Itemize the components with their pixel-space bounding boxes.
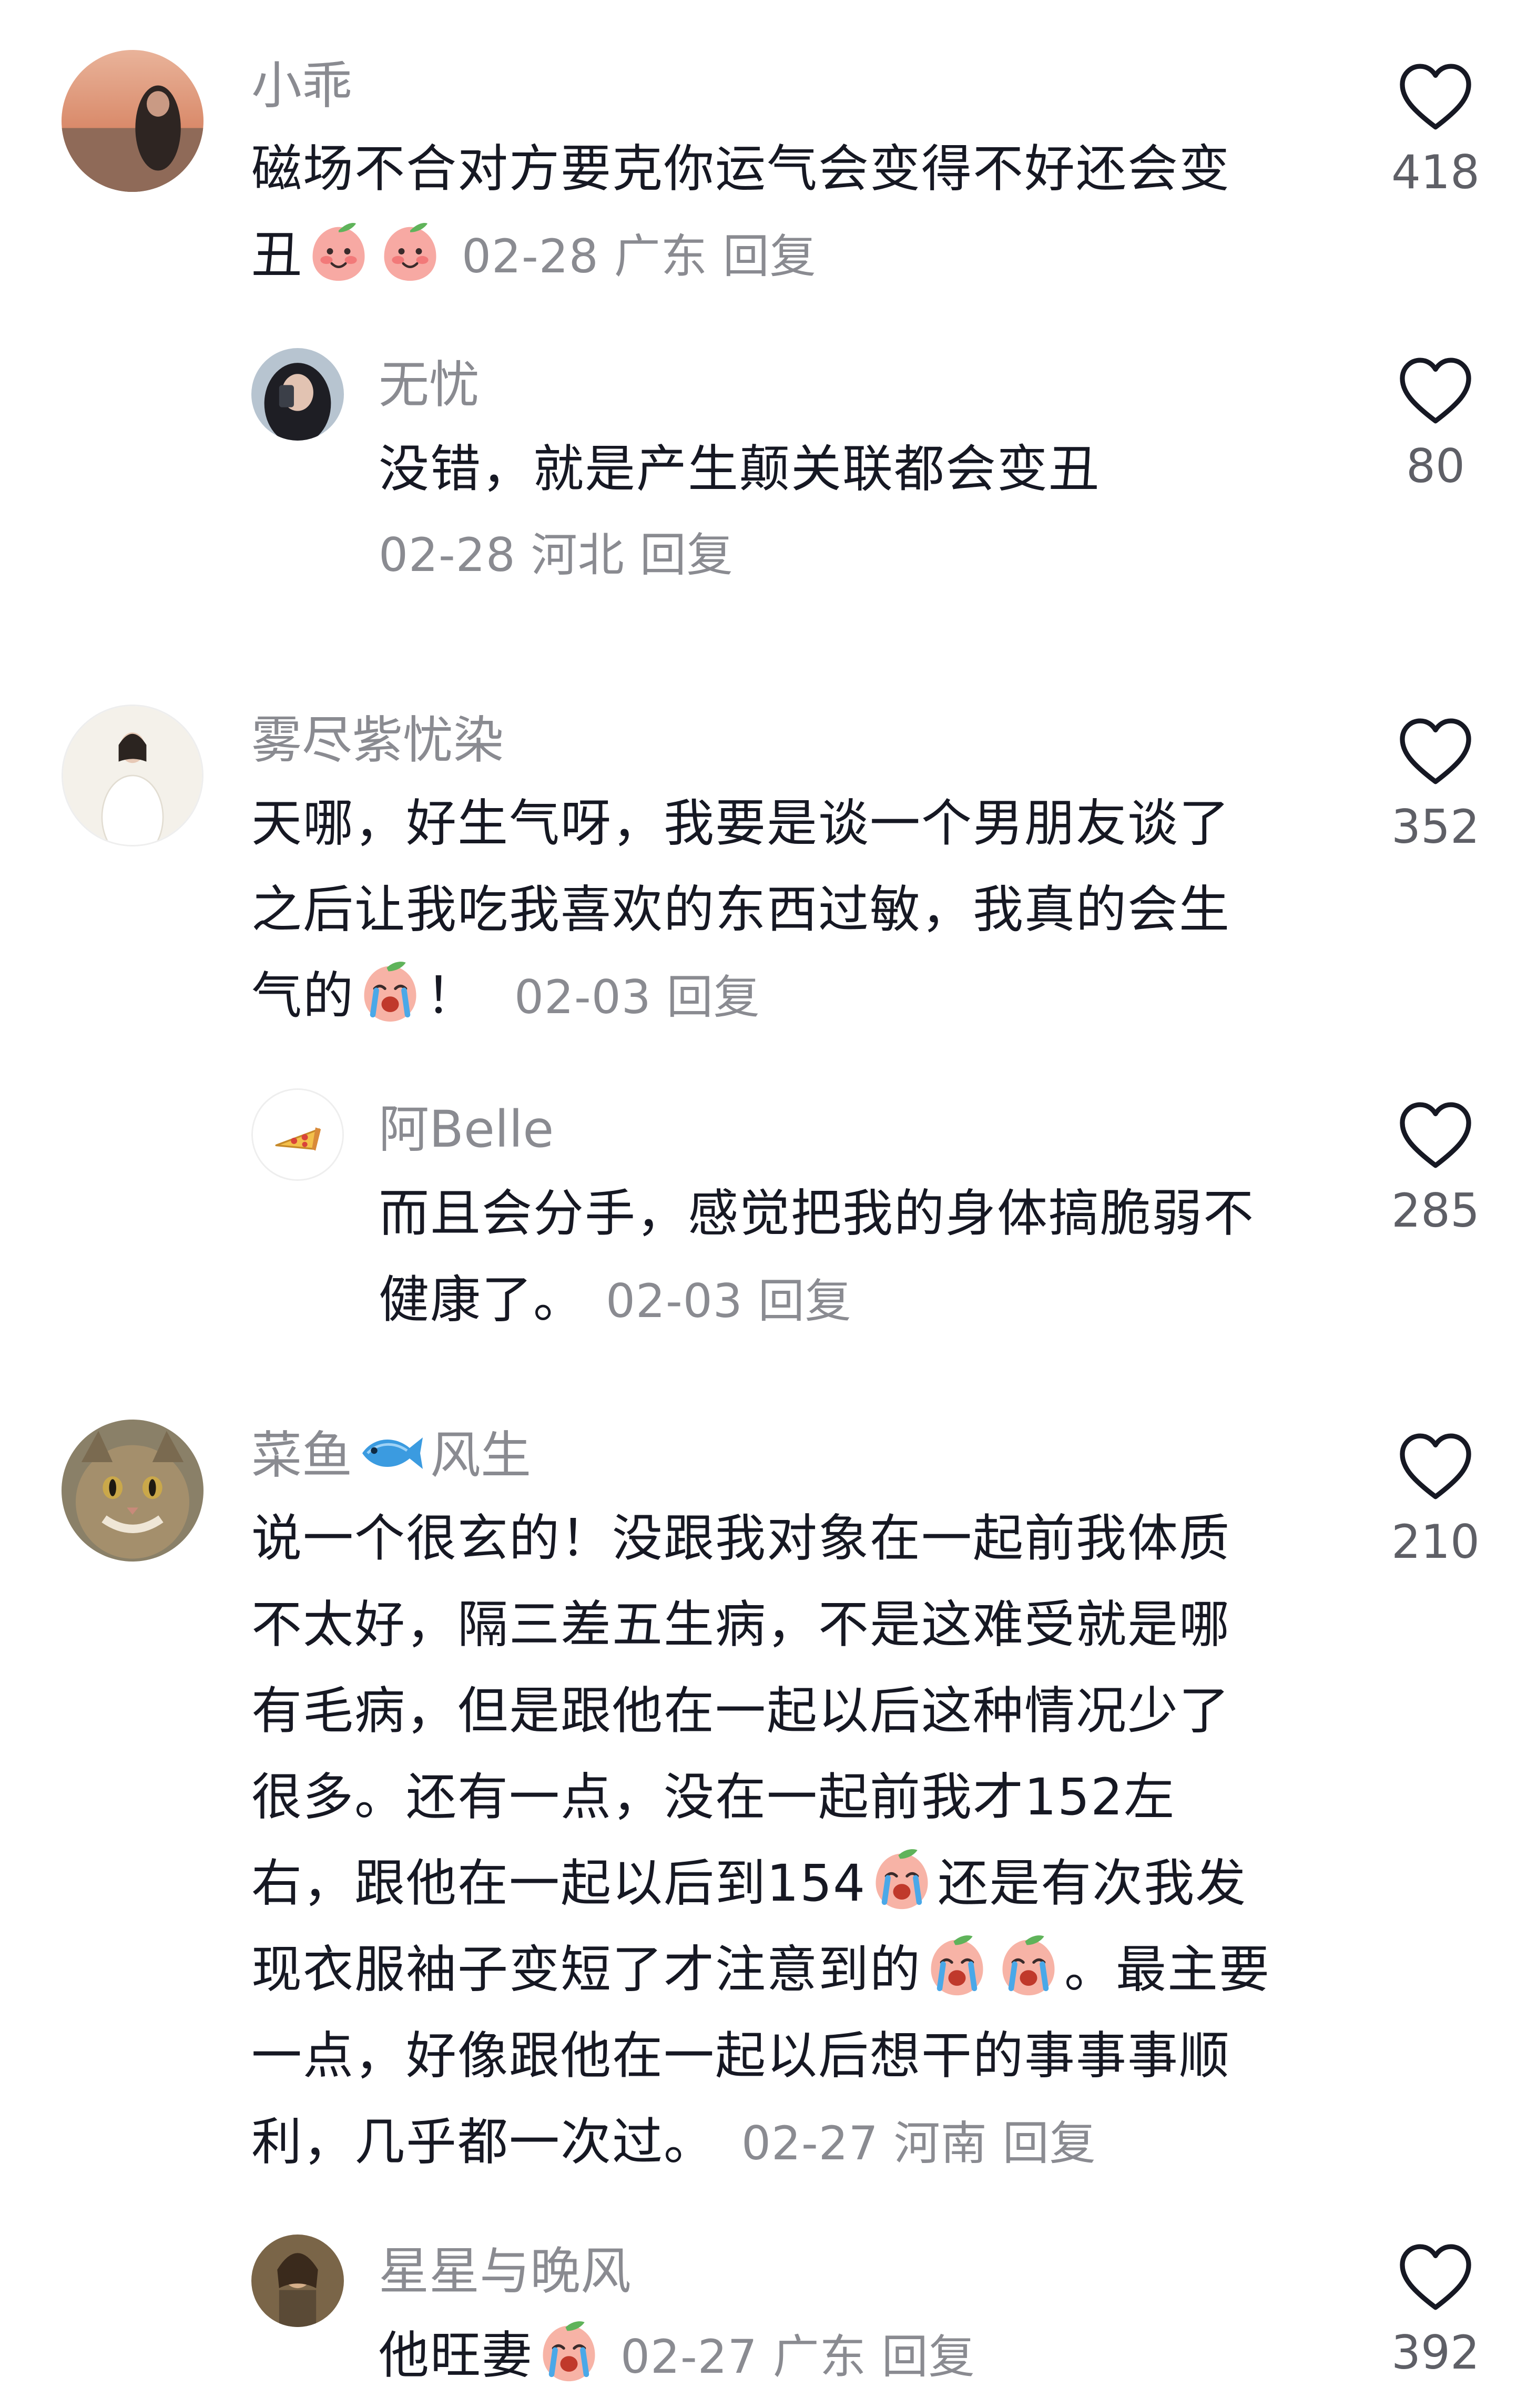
like-button[interactable]: 285	[1357, 1099, 1514, 1240]
avatar[interactable]	[62, 50, 203, 192]
comment-line: 之后让我吃我喜欢的东西过敏，我真的会生	[251, 880, 1230, 939]
username[interactable]: 小乖	[251, 54, 352, 117]
comment-line: 现衣服袖子变短了才注意到的	[251, 1940, 921, 1999]
comment-line: 有毛病，但是跟他在一起以后这种情况少了	[251, 1681, 1230, 1740]
heart-outline-icon[interactable]	[1396, 715, 1475, 787]
pizza-icon	[253, 1090, 342, 1179]
comment-line: 没错，就是产生颠关联都会变丑	[379, 440, 1100, 498]
crying-face-emoji-icon	[534, 2317, 604, 2386]
reply-button[interactable]: 回复	[1003, 2116, 1096, 2170]
username[interactable]: 星星与晚风	[379, 2240, 631, 2303]
like-button[interactable]: 418	[1357, 60, 1514, 201]
reply-button[interactable]: 回复	[723, 229, 817, 283]
crying-face-emoji-icon	[355, 957, 425, 1027]
comment-text: 磁场不合对方要克你运气会变得不好还会变 丑 02-28 广东 回复	[251, 126, 1230, 298]
like-count: 210	[1391, 1515, 1480, 1569]
comment-line: 不太好，隔三差五生病，不是这难受就是哪	[251, 1595, 1230, 1654]
comment-line: 一点，好像跟他在一起以后想干的事事事顺	[251, 2026, 1230, 2085]
comment-line: 丑	[251, 226, 303, 284]
comment-text: 天哪，好生气呀，我要是谈一个男朋友谈了 之后让我吃我喜欢的东西过敏，我真的会生 …	[251, 780, 1230, 1039]
avatar[interactable]	[62, 1420, 203, 1562]
comment-text: 说一个很玄的！没跟我对象在一起前我体质 不太好，隔三差五生病，不是这难受就是哪 …	[251, 1495, 1270, 2185]
avatar[interactable]	[251, 1088, 344, 1181]
comment-date: 02-28	[462, 229, 599, 283]
comment-date: 02-03	[606, 1274, 743, 1328]
comment-line: ！	[426, 966, 477, 1025]
comment-text: 他旺妻 02-27 广东 回复	[379, 2312, 975, 2399]
comment-line: 利，几乎都一次过。	[251, 2113, 715, 2171]
comment-line: 。最主要	[1064, 1940, 1270, 1999]
peach-smile-emoji-icon	[375, 217, 445, 286]
username[interactable]: 雾尽紫忧染	[251, 709, 504, 772]
fish-emoji-icon	[362, 1437, 423, 1469]
comment-line: 天哪，好生气呀，我要是谈一个男朋友谈了	[251, 794, 1230, 853]
comment-date: 02-03	[514, 970, 652, 1024]
like-button[interactable]: 352	[1357, 715, 1514, 856]
comment-region: 河南	[893, 2116, 988, 2170]
comment-line: 磁场不合对方要克你运气会变得不好还会变	[251, 139, 1230, 198]
crying-face-emoji-icon	[994, 1931, 1063, 2001]
avatar[interactable]	[62, 705, 203, 846]
like-button[interactable]: 80	[1357, 354, 1514, 495]
like-count: 418	[1391, 145, 1480, 199]
crying-face-emoji-icon	[922, 1931, 992, 2001]
username[interactable]: 菜鱼 风生	[251, 1424, 531, 1487]
comment-region: 广东	[772, 2330, 867, 2384]
crying-face-emoji-icon	[867, 1845, 937, 1914]
heart-outline-icon[interactable]	[1396, 1099, 1475, 1170]
comment-date: 02-28	[379, 528, 516, 582]
username[interactable]: 阿Belle	[379, 1098, 554, 1161]
comment-line: 还是有次我发	[938, 1854, 1247, 1913]
reply-button[interactable]: 回复	[640, 528, 734, 582]
comment-date: 02-27	[741, 2116, 879, 2170]
username[interactable]: 无忧	[379, 353, 480, 416]
heart-outline-icon[interactable]	[1396, 2241, 1475, 2312]
avatar[interactable]	[251, 348, 344, 441]
comment-region: 河北	[531, 528, 625, 582]
like-count: 80	[1406, 439, 1465, 493]
comment-line: 他旺妻	[379, 2326, 533, 2385]
heart-outline-icon[interactable]	[1396, 60, 1475, 132]
comment-line: 健康了。	[379, 1270, 585, 1329]
comment-line: 而且会分手，感觉把我的身体搞脆弱不	[379, 1184, 1255, 1243]
avatar[interactable]	[251, 2234, 344, 2327]
like-button[interactable]: 210	[1357, 1430, 1514, 1571]
like-button[interactable]: 392	[1357, 2241, 1514, 2382]
comment-line: 右，跟他在一起以后到154	[251, 1854, 867, 1913]
peach-smile-emoji-icon	[304, 217, 373, 286]
comment-line: 说一个很玄的！没跟我对象在一起前我体质	[251, 1509, 1230, 1568]
comment-line: 很多。还有一点，没在一起前我才152左	[251, 1768, 1176, 1827]
comment-text: 而且会分手，感觉把我的身体搞脆弱不 健康了。 02-03 回复	[379, 1170, 1255, 1343]
heart-outline-icon[interactable]	[1396, 354, 1475, 426]
comment-text: 没错，就是产生颠关联都会变丑 02-28 河北 回复	[379, 426, 1100, 598]
like-count: 285	[1391, 1183, 1480, 1238]
username-prefix: 菜鱼	[251, 1426, 352, 1485]
reply-button[interactable]: 回复	[758, 1274, 852, 1328]
comment-region: 广东	[614, 229, 708, 283]
reply-button[interactable]: 回复	[882, 2330, 975, 2384]
like-count: 352	[1391, 800, 1480, 854]
comment-date: 02-27	[620, 2330, 758, 2384]
reply-button[interactable]: 回复	[667, 970, 760, 1024]
comment-line: 气的	[251, 966, 354, 1025]
heart-outline-icon[interactable]	[1396, 1430, 1475, 1502]
like-count: 392	[1391, 2325, 1480, 2380]
username-suffix: 风生	[430, 1426, 531, 1485]
